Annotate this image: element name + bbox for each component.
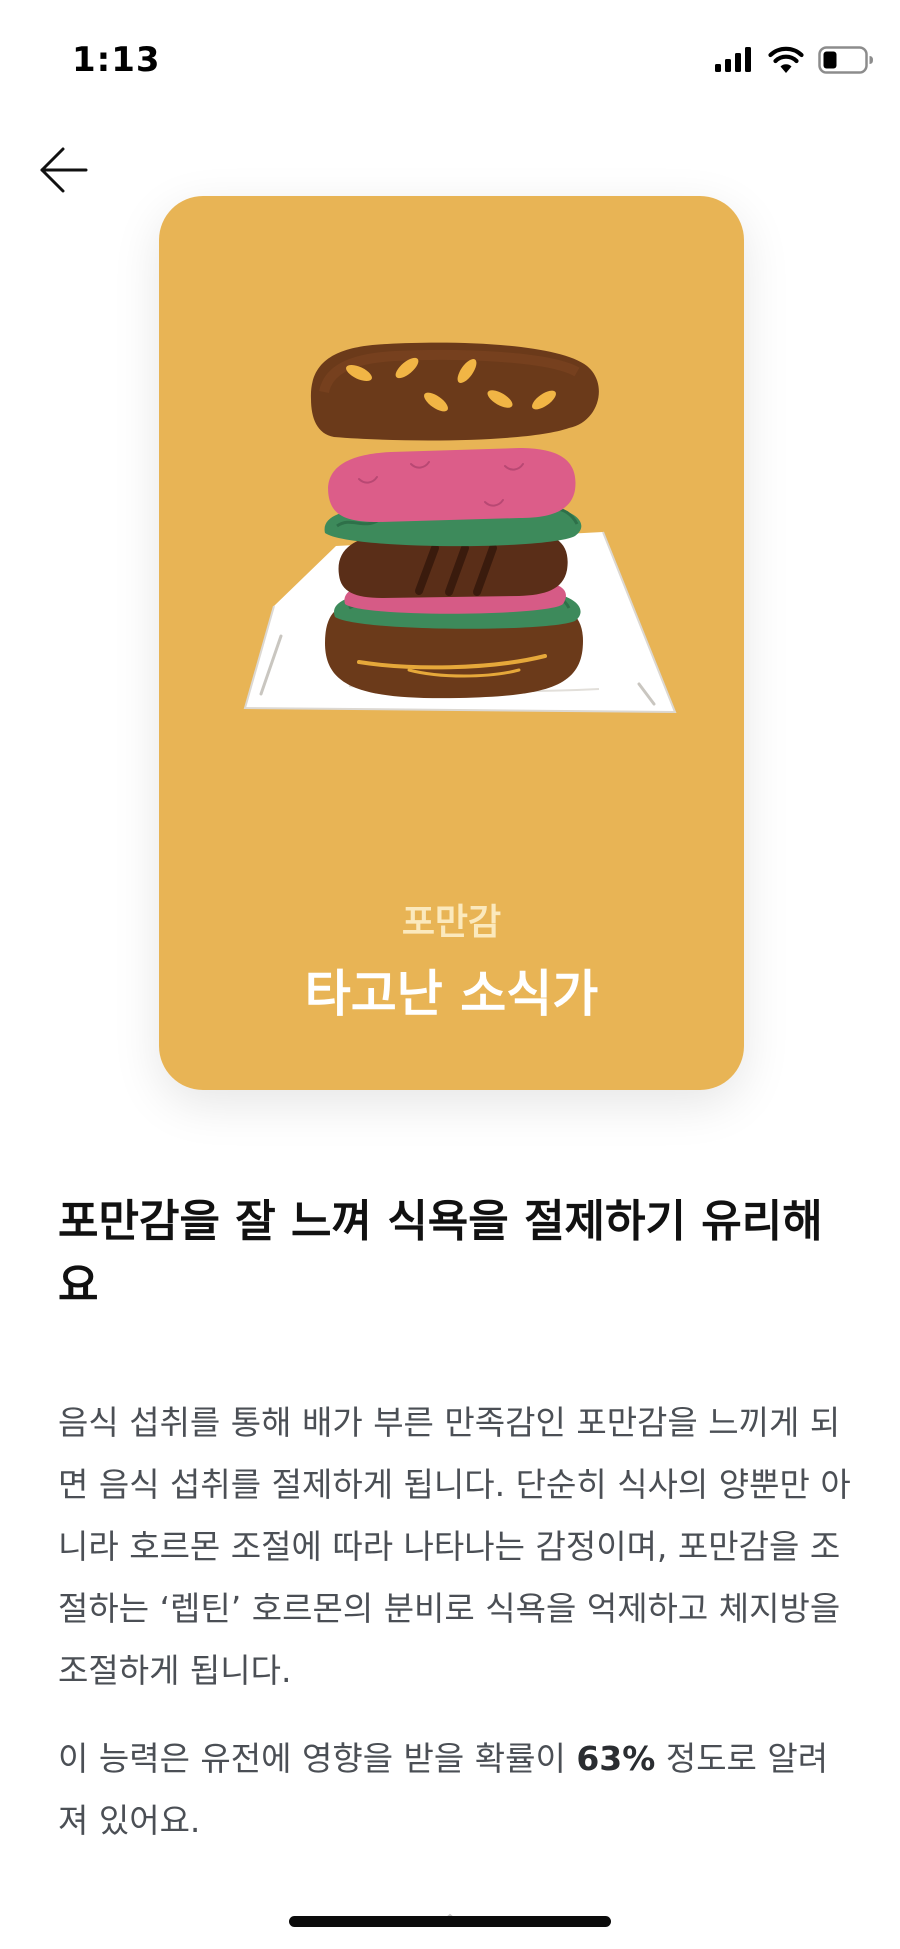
- burger-icon: [159, 196, 744, 796]
- description-paragraph: 음식 섭취를 통해 배가 부른 만족감인 포만감을 느끼게 되면 음식 섭취를 …: [58, 1403, 851, 1690]
- status-icons: [714, 46, 874, 78]
- back-button[interactable]: [34, 142, 94, 202]
- result-headline: 포만감을 잘 느껴 식욕을 절제하기 유리해요: [58, 1196, 823, 1311]
- card-subtitle: 포만감: [401, 902, 502, 943]
- status-bar: 1:13: [0, 0, 900, 130]
- result-description: 음식 섭취를 통해 배가 부른 만족감인 포만감을 느끼게 되면 음식 섭취를 …: [58, 1392, 858, 1852]
- trait-card: 포만감 타고난 소식가: [159, 196, 744, 1090]
- battery-icon: [818, 46, 874, 78]
- card-title: 타고난 소식가: [304, 965, 599, 1023]
- arrow-left-icon: [39, 145, 89, 199]
- status-time: 1:13: [72, 40, 161, 80]
- heritability-paragraph: 이 능력은 유전에 영향을 받을 확률이 63% 정도로 알려져 있어요.: [58, 1728, 858, 1852]
- home-indicator[interactable]: [289, 1916, 611, 1927]
- heritability-prefix: 이 능력은 유전에 영향을 받을 확률이: [58, 1739, 577, 1778]
- signal-icon: [714, 47, 754, 77]
- wifi-icon: [768, 46, 804, 78]
- heritability-value: 63%: [576, 1739, 656, 1778]
